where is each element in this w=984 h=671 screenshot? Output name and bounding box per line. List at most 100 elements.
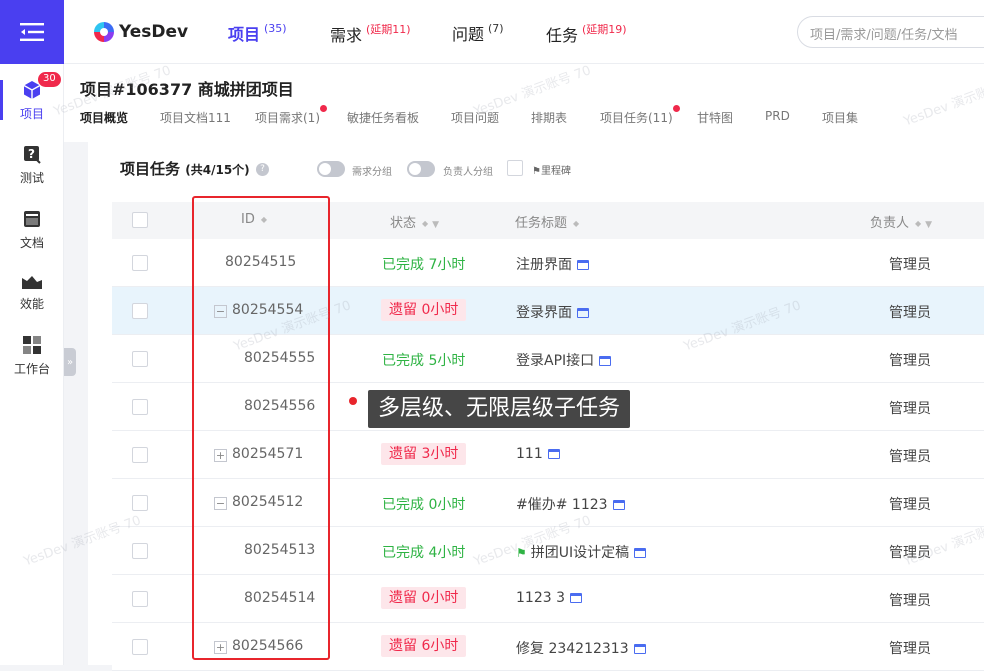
- task-title[interactable]: #催办# 1123: [516, 494, 625, 514]
- tab-documents[interactable]: 项目文档111: [160, 109, 231, 126]
- header-label: 状态: [390, 216, 417, 231]
- filter-icon[interactable]: ▼: [432, 220, 439, 230]
- column-header-owner[interactable]: 负责人 ◆ ▼: [870, 212, 932, 231]
- help-icon[interactable]: ?: [256, 163, 269, 176]
- tab-requirements[interactable]: 项目需求(1): [255, 105, 327, 126]
- row-checkbox[interactable]: [132, 351, 148, 367]
- tab-tasks[interactable]: 项目任务(11): [600, 105, 680, 126]
- task-owner: 管理员: [889, 305, 931, 321]
- task-owner: 管理员: [889, 497, 931, 513]
- unread-dot: [672, 105, 680, 112]
- task-title-text: #催办# 1123: [516, 497, 608, 513]
- group-by-owner-toggle[interactable]: [407, 161, 435, 177]
- dashboard-icon: [21, 334, 43, 356]
- task-title[interactable]: 注册界面: [516, 254, 589, 274]
- tab-gantt[interactable]: 甘特图: [697, 109, 733, 126]
- toggle-label: 需求分组: [352, 167, 392, 178]
- task-window-icon[interactable]: [634, 548, 647, 558]
- status-cell: 已完成 7小时: [382, 254, 465, 274]
- task-title[interactable]: ⚑ 拼团UI设计定稿: [516, 542, 647, 562]
- task-title[interactable]: 修复 234212313: [516, 638, 646, 658]
- task-window-icon[interactable]: [599, 356, 612, 366]
- nav-item-count: (7): [488, 22, 504, 35]
- status-badge: 已完成 7小时: [382, 257, 466, 273]
- task-window-icon[interactable]: [570, 593, 582, 603]
- sidebar-item-test[interactable]: ? 测试: [0, 136, 64, 192]
- task-count: (共4/15个): [185, 163, 250, 177]
- row-checkbox[interactable]: [132, 495, 148, 511]
- task-owner: 管理员: [889, 257, 931, 273]
- task-title[interactable]: 登录API接口: [516, 350, 612, 370]
- status-badge: 已完成 0小时: [382, 497, 466, 513]
- filter-icon[interactable]: ▼: [925, 220, 932, 230]
- tab-label: 项目任务(11): [600, 111, 673, 125]
- sort-icon[interactable]: ◆: [422, 219, 428, 228]
- nav-item-requirement[interactable]: 需求 (延期11): [330, 21, 411, 46]
- sidebar-collapse-handle[interactable]: »: [64, 348, 76, 376]
- row-checkbox[interactable]: [132, 639, 148, 655]
- task-window-icon[interactable]: [612, 500, 625, 510]
- tab-schedule[interactable]: 排期表: [531, 109, 567, 126]
- sidebar-item-workbench[interactable]: 工作台: [0, 327, 64, 383]
- sort-icon[interactable]: ◆: [915, 219, 921, 228]
- task-window-icon[interactable]: [633, 644, 646, 654]
- row-checkbox[interactable]: [132, 447, 148, 463]
- sidebar-item-label: 测试: [19, 170, 44, 185]
- sidebar-item-label: 效能: [19, 296, 44, 311]
- task-owner: 管理员: [889, 449, 931, 465]
- nav-item-label: 任务: [546, 26, 579, 45]
- task-title-text: 登录API接口: [516, 353, 595, 369]
- nav-item-project[interactable]: 项目 (35): [228, 21, 287, 45]
- status-badge: 遗留 0小时: [381, 299, 467, 321]
- column-header-title[interactable]: 任务标题 ◆: [515, 212, 579, 231]
- task-title-text: 注册界面: [516, 257, 572, 273]
- tab-issues[interactable]: 项目问题: [451, 109, 499, 126]
- status-cell: 已完成 4小时: [382, 542, 465, 562]
- tab-label: 项目需求(1): [255, 111, 320, 125]
- task-window-icon[interactable]: [577, 308, 589, 318]
- task-title-text: 1123 3: [516, 590, 565, 606]
- milestone-checkbox[interactable]: [507, 160, 523, 176]
- test-icon: ?: [21, 143, 43, 165]
- task-title[interactable]: 登录界面: [516, 302, 589, 322]
- select-all-checkbox[interactable]: [132, 212, 148, 228]
- task-title[interactable]: 111: [516, 446, 560, 462]
- tab-agile-board[interactable]: 敏捷任务看板: [347, 109, 419, 126]
- task-owner: 管理员: [889, 353, 931, 369]
- milestone-text: 里程碑: [540, 166, 571, 177]
- sidebar-item-label: 项目: [19, 106, 44, 121]
- row-checkbox[interactable]: [132, 399, 148, 415]
- status-cell: 已完成 0小时: [382, 494, 465, 514]
- svg-text:?: ?: [28, 147, 35, 161]
- column-header-status[interactable]: 状态 ◆ ▼: [390, 212, 439, 231]
- menu-toggle-button[interactable]: [0, 0, 64, 64]
- sidebar-item-efficiency[interactable]: 效能: [0, 262, 64, 318]
- task-title-text: 修复 234212313: [516, 641, 629, 657]
- sidebar-item-document[interactable]: 文档: [0, 201, 64, 257]
- project-header: 项目#106377 商城拼团项目 项目概览 项目文档111 项目需求(1) 敏捷…: [64, 64, 984, 142]
- nav-item-task[interactable]: 任务 (延期19): [546, 21, 627, 46]
- task-title-text: 拼团UI设计定稿: [530, 545, 630, 561]
- status-cell: 已完成 5小时: [382, 350, 465, 370]
- tab-overview[interactable]: 项目概览: [80, 109, 128, 126]
- search-input[interactable]: 项目/需求/问题/任务/文档: [797, 16, 984, 48]
- logo-text: YesDev: [119, 22, 189, 42]
- document-icon: [21, 208, 43, 230]
- row-checkbox[interactable]: [132, 255, 148, 271]
- tab-project-set[interactable]: 项目集: [822, 109, 858, 126]
- row-checkbox[interactable]: [132, 543, 148, 559]
- nav-item-label: 需求: [330, 26, 363, 45]
- task-title[interactable]: 1123 3: [516, 590, 582, 606]
- task-title-text: 登录界面: [516, 305, 572, 321]
- task-window-icon[interactable]: [547, 449, 560, 459]
- sort-icon[interactable]: ◆: [573, 219, 579, 228]
- row-checkbox[interactable]: [132, 303, 148, 319]
- task-window-icon[interactable]: [577, 260, 589, 270]
- row-checkbox[interactable]: [132, 591, 148, 607]
- group-by-requirement-toggle[interactable]: [317, 161, 345, 177]
- nav-item-issue[interactable]: 问题 (7): [452, 21, 504, 45]
- flag-icon: ⚑: [532, 166, 541, 177]
- logo[interactable]: YesDev: [94, 22, 188, 42]
- tab-prd[interactable]: PRD: [765, 109, 790, 123]
- sidebar-item-label: 文档: [19, 235, 44, 250]
